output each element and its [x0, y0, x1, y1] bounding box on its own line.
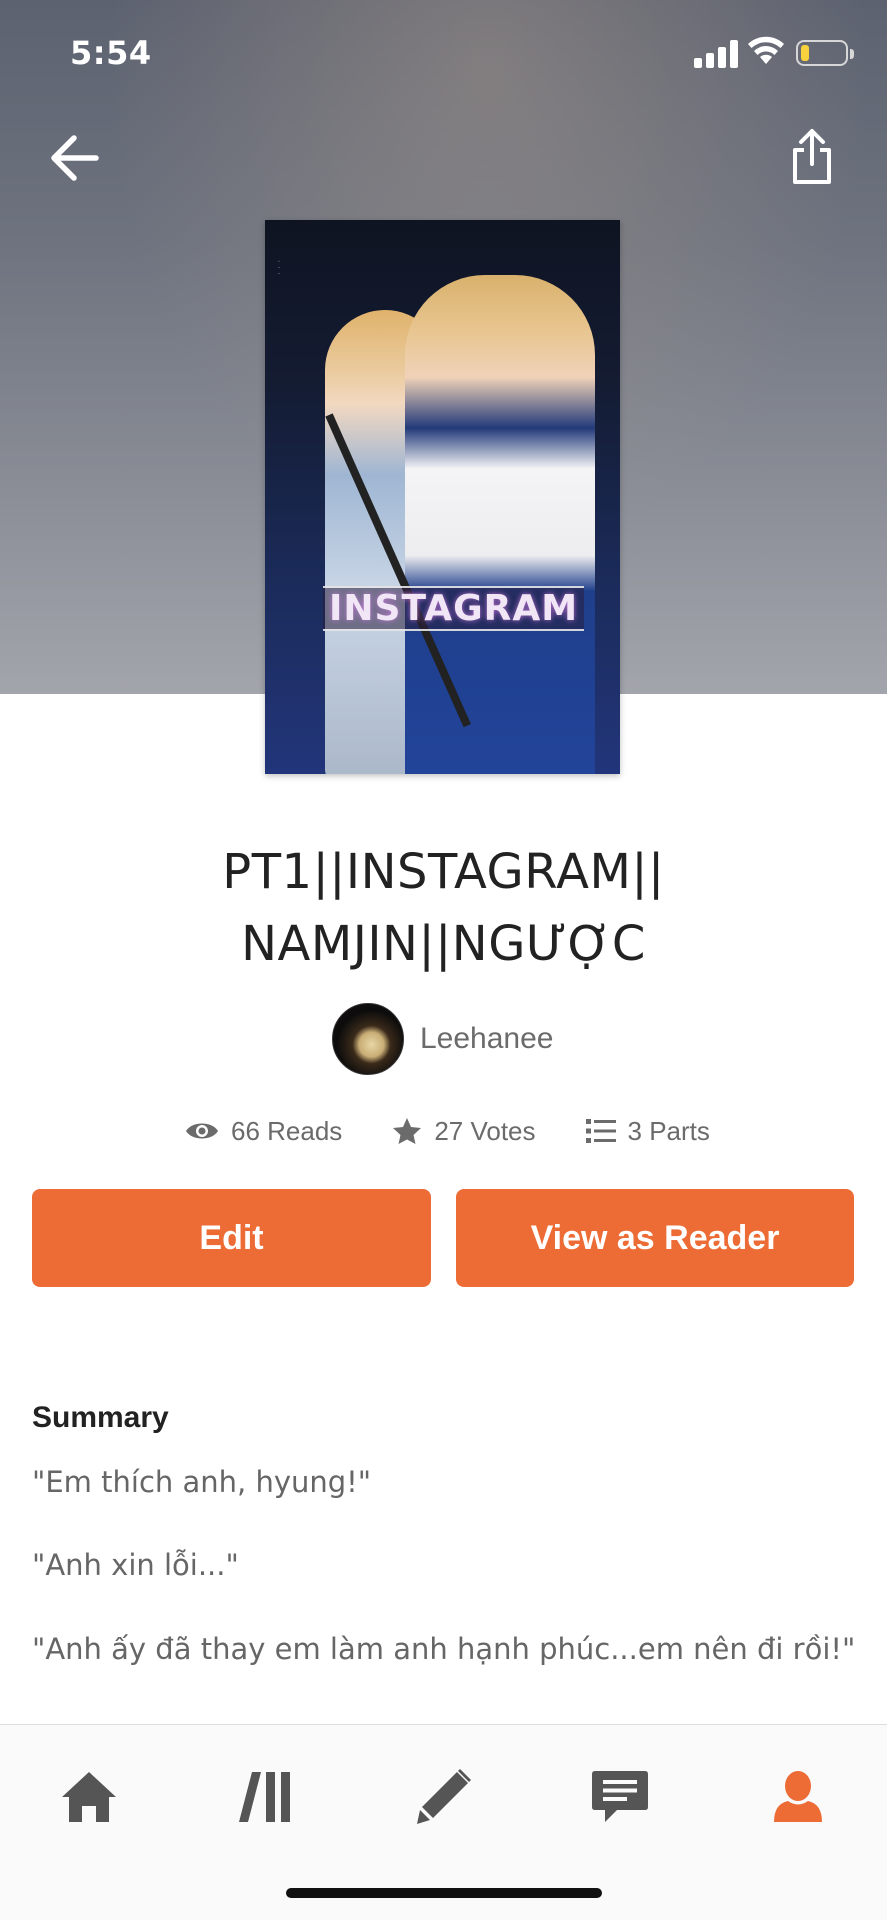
tab-library[interactable]	[220, 1759, 310, 1835]
share-button[interactable]	[784, 124, 840, 190]
story-title: PT1||INSTAGRAM|| NAMJIN||NGƯỢC	[0, 836, 887, 980]
summary-heading: Summary	[32, 1401, 169, 1434]
library-icon	[239, 1772, 290, 1822]
edit-button[interactable]: Edit	[32, 1189, 431, 1287]
back-arrow-icon	[51, 135, 99, 181]
tab-write[interactable]	[398, 1759, 488, 1835]
author-link[interactable]: Leehanee	[332, 1003, 553, 1075]
wifi-icon	[748, 34, 784, 68]
story-title-line-2: NAMJIN||NGƯỢC	[241, 916, 646, 972]
profile-icon	[774, 1771, 822, 1822]
parts-stat[interactable]: 3 Parts	[585, 1115, 710, 1147]
tab-profile[interactable]	[753, 1759, 843, 1835]
status-time: 5:54	[70, 34, 152, 72]
chat-icon	[592, 1771, 648, 1822]
reads-stat: 66 Reads	[185, 1116, 342, 1147]
summary-line: "Em thích anh, hyung!"	[32, 1465, 372, 1499]
author-name: Leehanee	[420, 1022, 554, 1055]
back-button[interactable]	[44, 128, 104, 188]
pencil-icon	[417, 1769, 471, 1824]
list-icon	[585, 1119, 616, 1143]
tab-home[interactable]	[44, 1759, 134, 1835]
status-bar: 5:54	[0, 0, 887, 100]
home-indicator[interactable]	[286, 1888, 602, 1898]
parts-count: 3 Parts	[627, 1115, 710, 1146]
home-icon	[62, 1772, 116, 1822]
story-stats: 66 Reads 27 Votes 3 Parts	[185, 1111, 710, 1151]
cover-title: INSTAGRAM	[323, 586, 585, 631]
battery-icon	[796, 40, 854, 66]
star-icon	[393, 1118, 422, 1144]
summary-line: "Anh xin lỗi..."	[32, 1548, 239, 1582]
cover-watermark: · · ·	[275, 260, 282, 276]
eye-icon	[186, 1123, 218, 1139]
tab-messages[interactable]	[575, 1759, 665, 1835]
reads-count: 66 Reads	[231, 1115, 343, 1146]
cellular-signal-icon	[694, 38, 740, 68]
story-details-screen: 5:54 · · · INSTAGRAM PT1||INSTAGRAM|| NA…	[0, 0, 887, 1920]
story-title-line-1: PT1||INSTAGRAM||	[222, 844, 665, 900]
votes-count: 27 Votes	[434, 1115, 536, 1146]
cover-figure-right	[405, 275, 595, 774]
author-avatar	[332, 1003, 404, 1075]
votes-stat: 27 Votes	[392, 1115, 536, 1147]
summary-line: "Anh ấy đã thay em làm anh hạnh phúc...e…	[32, 1632, 856, 1666]
share-icon	[793, 129, 831, 184]
view-as-reader-button[interactable]: View as Reader	[456, 1189, 854, 1287]
battery-level	[801, 45, 809, 61]
story-cover-image[interactable]: · · · INSTAGRAM	[265, 220, 620, 774]
